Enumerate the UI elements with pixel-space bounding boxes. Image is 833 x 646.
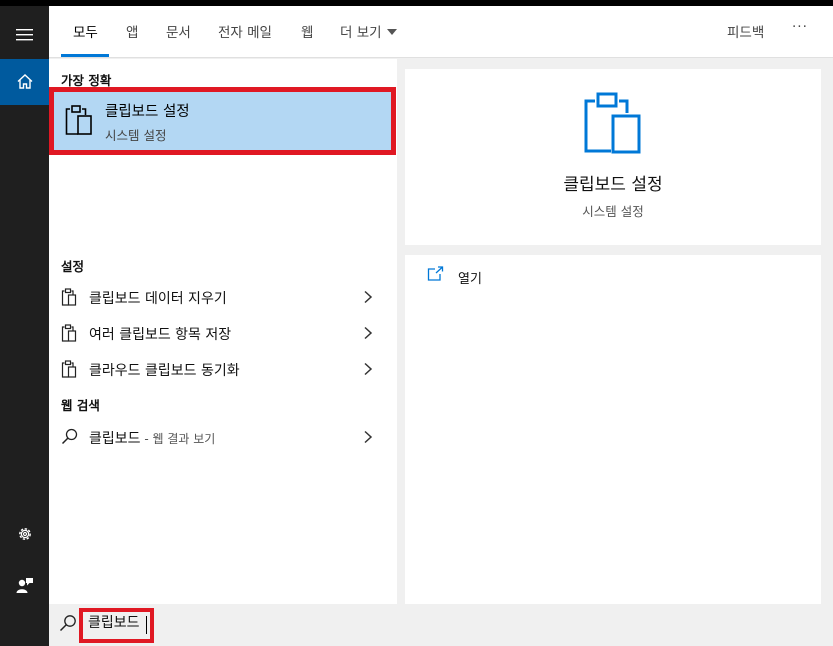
left-rail xyxy=(0,6,49,646)
windows-search-window: 모두 앱 문서 전자 메일 웹 더 보기 피드백 ··· 가장 정확 클립보드 … xyxy=(0,0,833,646)
more-options-button[interactable]: ··· xyxy=(792,19,808,35)
tab-documents[interactable]: 문서 xyxy=(166,21,191,41)
search-panel: 모두 앱 문서 전자 메일 웹 더 보기 피드백 ··· 가장 정확 클립보드 … xyxy=(49,6,833,646)
web-search-query: 클립보드 xyxy=(89,431,141,447)
tab-more-label: 더 보기 xyxy=(340,25,382,41)
tab-bar: 모두 앱 문서 전자 메일 웹 더 보기 피드백 ··· xyxy=(49,6,833,58)
settings-item-label: 클립보드 데이터 지우기 xyxy=(89,291,227,307)
chevron-down-icon xyxy=(386,29,397,35)
tab-more[interactable]: 더 보기 xyxy=(340,21,397,41)
chevron-right-icon xyxy=(364,326,373,340)
tab-apps[interactable]: 앱 xyxy=(126,21,138,41)
clipboard-icon xyxy=(61,324,77,342)
web-search-header: 웹 검색 xyxy=(61,398,100,413)
feedback-button[interactable]: 피드백 xyxy=(727,21,764,41)
open-icon xyxy=(427,266,444,281)
settings-button[interactable] xyxy=(0,511,49,557)
hamburger-menu-button[interactable] xyxy=(0,12,49,58)
clipboard-icon xyxy=(61,360,77,378)
web-search-item[interactable]: 클립보드 - 웹 결과 보기 xyxy=(49,420,397,454)
results-list: 가장 정확 클립보드 설정 시스템 설정 설정 클립보드 데이터 지우기 여러 … xyxy=(49,59,397,604)
search-icon xyxy=(61,428,78,445)
tab-all[interactable]: 모두 xyxy=(73,21,98,41)
settings-item-label: 여러 클립보드 항목 저장 xyxy=(89,327,232,343)
settings-header: 설정 xyxy=(61,259,85,274)
preview-subtitle: 시스템 설정 xyxy=(582,204,644,219)
settings-item-sync[interactable]: 클라우드 클립보드 동기화 xyxy=(49,352,397,386)
settings-item-clear[interactable]: 클립보드 데이터 지우기 xyxy=(49,280,397,314)
account-button[interactable] xyxy=(0,562,49,608)
tab-web[interactable]: 웹 xyxy=(301,21,313,41)
web-search-label: 클립보드 - 웹 결과 보기 xyxy=(89,428,215,448)
clipboard-icon xyxy=(584,92,641,154)
tab-email[interactable]: 전자 메일 xyxy=(218,21,272,41)
preview-pane: 클립보드 설정 시스템 설정 열기 xyxy=(405,69,821,604)
highlight-box-search xyxy=(79,608,154,643)
settings-item-history[interactable]: 여러 클립보드 항목 저장 xyxy=(49,316,397,350)
chevron-right-icon xyxy=(364,430,373,444)
open-label: 열기 xyxy=(458,272,482,287)
home-button[interactable] xyxy=(0,59,49,105)
chevron-right-icon xyxy=(364,362,373,376)
home-icon xyxy=(17,74,32,89)
search-bar[interactable]: 클립보드 xyxy=(49,604,833,646)
preview-title: 클립보드 설정 xyxy=(563,175,663,195)
search-icon xyxy=(59,615,76,632)
gear-icon xyxy=(18,528,31,540)
settings-item-label: 클라우드 클립보드 동기화 xyxy=(89,363,240,379)
clipboard-icon xyxy=(61,288,77,306)
web-search-suffix: - 웹 결과 보기 xyxy=(140,432,216,446)
preview-divider xyxy=(405,245,821,255)
user-feedback-icon xyxy=(16,578,33,593)
highlight-box-best-match xyxy=(49,87,396,155)
hamburger-icon xyxy=(15,29,33,41)
active-tab-indicator xyxy=(61,54,109,57)
chevron-right-icon xyxy=(364,290,373,304)
